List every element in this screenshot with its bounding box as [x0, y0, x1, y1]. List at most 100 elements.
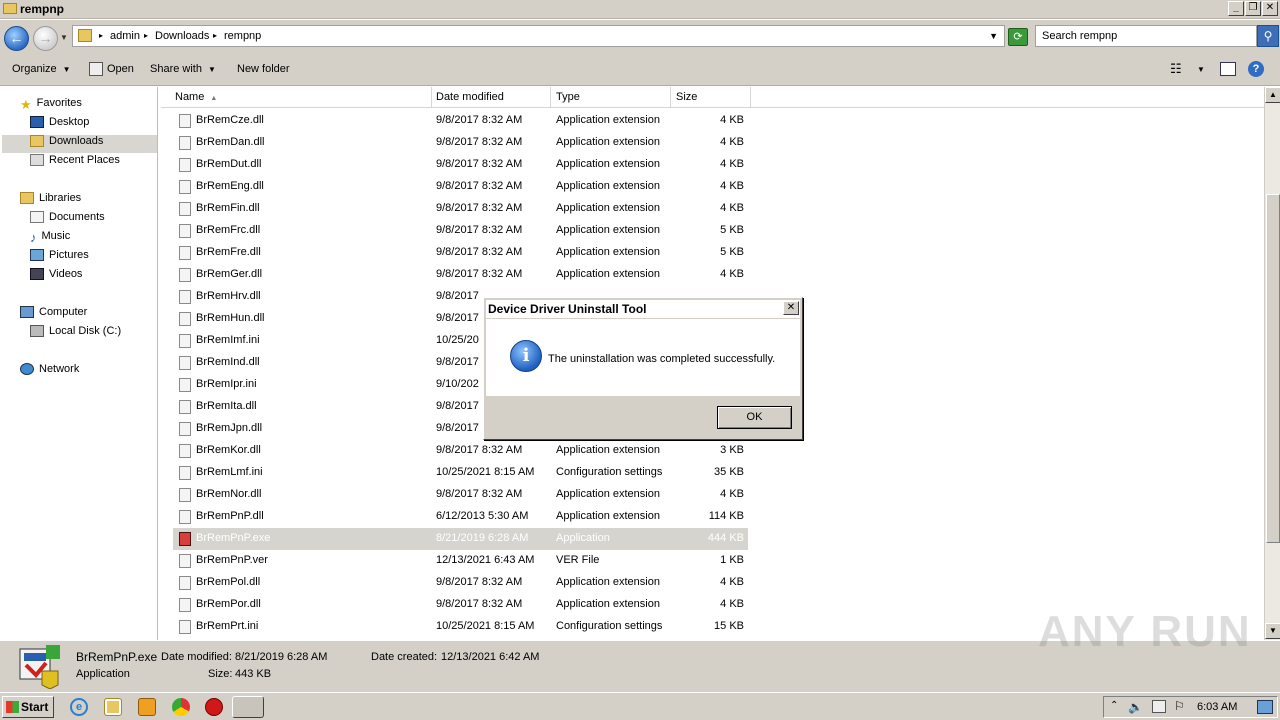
file-row[interactable]: BrRemFrc.dll 9/8/2017 8:32 AM Application …	[173, 220, 748, 242]
nav-label: Recent Places	[49, 154, 120, 166]
media-player-icon[interactable]	[138, 698, 156, 716]
close-button[interactable]: ✕	[1262, 1, 1278, 16]
file-row[interactable]: BrRemEng.dll 9/8/2017 8:32 AM Application …	[173, 176, 748, 198]
breadcrumb-admin[interactable]: admin	[110, 30, 140, 42]
uninstall-tool-taskbar-button[interactable]	[232, 696, 264, 718]
config-file-icon	[179, 620, 191, 634]
open-button[interactable]: Open	[107, 63, 134, 75]
nav-music[interactable]: ♪ Music	[30, 230, 71, 245]
start-button[interactable]: Start	[2, 696, 54, 718]
file-date: 9/8/2017	[436, 356, 479, 368]
nav-libraries[interactable]: Libraries	[20, 192, 81, 205]
file-row[interactable]: BrRemPnP.dll 6/12/2013 5:30 AM Application…	[173, 506, 748, 528]
preview-pane-icon[interactable]	[1220, 62, 1236, 76]
file-icon	[179, 158, 191, 172]
file-name: BrRemGer.dll	[196, 268, 263, 280]
file-name: BrRemIpr.ini	[196, 378, 257, 390]
column-header-row: Name ▲ Date modified Type Size	[161, 87, 1264, 108]
file-row[interactable]: BrRemPor.dll 9/8/2017 8:32 AM Application …	[173, 594, 748, 616]
file-row[interactable]: BrRemPnP.exe 8/21/2019 6:28 AM Application…	[173, 528, 748, 550]
nav-downloads[interactable]: Downloads	[30, 135, 103, 148]
file-row[interactable]: BrRemDut.dll 9/8/2017 8:32 AM Application …	[173, 154, 748, 176]
file-icon	[179, 576, 191, 590]
back-button[interactable]: ←	[4, 26, 29, 51]
file-row[interactable]: BrRemPrt.ini 10/25/2021 8:15 AM Configurat…	[173, 616, 748, 638]
nav-local-disk[interactable]: Local Disk (C:)	[30, 325, 121, 338]
column-name[interactable]: Name ▲	[161, 87, 432, 108]
file-name: BrRemPor.dll	[196, 598, 261, 610]
new-folder-button[interactable]: New folder	[237, 63, 290, 75]
file-icon	[179, 312, 191, 326]
share-with-button[interactable]: Share with ▼	[150, 63, 216, 75]
internet-explorer-icon[interactable]: e	[70, 698, 88, 716]
nav-videos[interactable]: Videos	[30, 268, 82, 281]
file-row[interactable]: BrRemDan.dll 9/8/2017 8:32 AM Application …	[173, 132, 748, 154]
file-name: BrRemPnP.ver	[196, 554, 268, 566]
window-title: rempnp	[20, 2, 65, 16]
scroll-thumb[interactable]	[1266, 194, 1280, 543]
chevron-right-icon[interactable]: ▸	[99, 31, 103, 40]
file-row[interactable]: BrRemLmf.ini 10/25/2021 8:15 AM Configurat…	[173, 462, 748, 484]
explorer-taskbar-icon[interactable]	[104, 698, 122, 716]
column-date-modified[interactable]: Date modified	[432, 87, 551, 108]
network-status-icon[interactable]	[1152, 700, 1166, 713]
dialog-close-button[interactable]: ✕	[783, 301, 799, 315]
column-size[interactable]: Size	[671, 87, 751, 108]
chevron-right-icon[interactable]: ▸	[213, 31, 217, 40]
nav-computer[interactable]: Computer	[20, 306, 87, 319]
clock[interactable]: 6:03 AM	[1197, 701, 1237, 713]
help-icon[interactable]: ?	[1248, 61, 1264, 77]
breadcrumb-downloads[interactable]: Downloads	[155, 30, 209, 42]
forward-button[interactable]: →	[33, 26, 58, 51]
file-size: 4 KB	[720, 598, 744, 610]
chrome-icon[interactable]	[172, 698, 190, 716]
refresh-button[interactable]: ⟳	[1008, 28, 1028, 46]
search-input[interactable]: Search rempnp	[1035, 25, 1257, 47]
minimize-button[interactable]: _	[1228, 1, 1244, 16]
file-row[interactable]: BrRemFin.dll 9/8/2017 8:32 AM Application …	[173, 198, 748, 220]
restore-button[interactable]: ❐	[1245, 1, 1261, 16]
nav-network[interactable]: Network	[20, 363, 79, 376]
file-icon	[179, 356, 191, 370]
scroll-up-button[interactable]: ▲	[1265, 87, 1280, 103]
view-dropdown[interactable]: ▼	[1197, 65, 1205, 74]
action-center-flag-icon[interactable]: ⚐	[1174, 699, 1185, 713]
nav-recent-places[interactable]: Recent Places	[30, 154, 120, 167]
volume-icon[interactable]: 🔈	[1128, 700, 1143, 714]
libraries-icon	[20, 192, 34, 205]
opera-icon[interactable]	[205, 698, 223, 716]
nav-documents[interactable]: Documents	[30, 211, 105, 224]
search-icon[interactable]: ⚲	[1257, 25, 1279, 47]
details-size-label: Size:	[208, 668, 233, 680]
file-size: 15 KB	[714, 620, 744, 632]
nav-pictures[interactable]: Pictures	[30, 249, 89, 262]
file-row[interactable]: BrRemPol.dll 9/8/2017 8:32 AM Application …	[173, 572, 748, 594]
scroll-down-button[interactable]: ▼	[1265, 623, 1280, 639]
nav-desktop[interactable]: Desktop	[30, 116, 89, 129]
file-row[interactable]: BrRemCze.dll 9/8/2017 8:32 AM Application …	[173, 110, 748, 132]
file-icon	[179, 488, 191, 502]
file-date: 6/12/2013 5:30 AM	[436, 510, 529, 522]
application-icon	[179, 532, 191, 546]
recent-pages-dropdown[interactable]: ▼	[60, 33, 68, 42]
address-dropdown[interactable]: ▼	[989, 31, 998, 41]
chevron-right-icon[interactable]: ▸	[144, 31, 148, 40]
column-type[interactable]: Type	[551, 87, 671, 108]
organize-button[interactable]: Organize ▼	[12, 63, 71, 75]
file-row[interactable]: BrRemKor.dll 9/8/2017 8:32 AM Application …	[173, 440, 748, 462]
vertical-scrollbar[interactable]: ▲ ▼	[1264, 87, 1280, 640]
file-row[interactable]: BrRemGer.dll 9/8/2017 8:32 AM Application …	[173, 264, 748, 286]
show-desktop-icon[interactable]	[1257, 700, 1273, 714]
file-name: BrRemPnP.dll	[196, 510, 264, 522]
file-row[interactable]: BrRemFre.dll 9/8/2017 8:32 AM Application …	[173, 242, 748, 264]
address-input[interactable]: ▸ admin ▸ Downloads ▸ rempnp ▼	[72, 25, 1005, 47]
file-row[interactable]: BrRemPnP.ver 12/13/2021 6:43 AM VER File 1 …	[173, 550, 748, 572]
view-options-icon[interactable]: ☷	[1170, 61, 1182, 77]
file-type: Application	[556, 532, 610, 544]
nav-favorites[interactable]: ★ Favorites	[20, 97, 82, 112]
breadcrumb-rempnp[interactable]: rempnp	[224, 30, 261, 42]
nav-label: Music	[41, 230, 71, 242]
file-row[interactable]: BrRemNor.dll 9/8/2017 8:32 AM Application …	[173, 484, 748, 506]
show-hidden-icons-icon[interactable]: ⌃	[1110, 700, 1118, 711]
ok-button[interactable]: OK	[717, 406, 792, 429]
